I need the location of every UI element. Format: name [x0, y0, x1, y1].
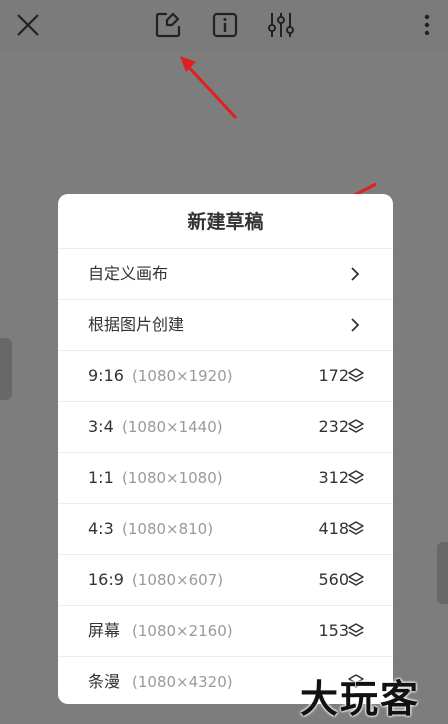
- preset-ratio: 16:9: [88, 570, 124, 589]
- preset-ratio: 条漫: [88, 672, 121, 691]
- create-from-image-label: 根据图片创建: [88, 315, 185, 334]
- info-icon[interactable]: [210, 10, 240, 40]
- preset-item[interactable]: 屏幕 (1080×2160) 153: [58, 606, 393, 657]
- preset-ratio: 3:4: [88, 417, 114, 436]
- close-icon[interactable]: [13, 10, 43, 40]
- layers-icon: [348, 419, 364, 433]
- layers-icon: [348, 623, 364, 637]
- preset-count: 418: [318, 519, 349, 538]
- preset-item[interactable]: 16:9 (1080×607) 560: [58, 555, 393, 606]
- preset-ratio: 4:3: [88, 519, 114, 538]
- sliders-icon[interactable]: [266, 10, 296, 40]
- preset-dimensions: (1080×1440): [122, 418, 223, 436]
- top-toolbar: [0, 0, 448, 52]
- preset-dimensions: (1080×810): [122, 520, 214, 538]
- annotation-arrow-icon: [180, 56, 238, 120]
- custom-canvas-item[interactable]: 自定义画布: [58, 249, 393, 300]
- preset-dimensions: (1080×1920): [132, 367, 233, 385]
- preset-count: 153: [318, 621, 349, 640]
- preset-item[interactable]: 9:16 (1080×1920) 172: [58, 351, 393, 402]
- preset-dimensions: (1080×4320): [132, 673, 233, 691]
- chevron-right-icon: [351, 318, 360, 332]
- right-scrollbar[interactable]: [437, 542, 448, 604]
- new-draft-icon[interactable]: [153, 10, 183, 40]
- new-draft-dialog: 新建草稿 自定义画布 根据图片创建 9:16 (1080×1920) 172 3…: [58, 194, 393, 704]
- layers-icon: [348, 368, 364, 382]
- preset-dimensions: (1080×607): [132, 571, 224, 589]
- preset-ratio: 1:1: [88, 468, 114, 487]
- preset-ratio: 屏幕: [88, 621, 121, 640]
- layers-icon: [348, 521, 364, 535]
- watermark-logo: 大玩客: [300, 676, 421, 721]
- layers-icon: [348, 470, 364, 484]
- preset-count: 232: [318, 417, 349, 436]
- preset-item[interactable]: 1:1 (1080×1080) 312: [58, 453, 393, 504]
- dialog-title: 新建草稿: [58, 194, 393, 249]
- chevron-right-icon: [351, 267, 360, 281]
- create-from-image-item[interactable]: 根据图片创建: [58, 300, 393, 351]
- custom-canvas-label: 自定义画布: [88, 264, 169, 283]
- layers-icon: [348, 572, 364, 586]
- preset-count: 312: [318, 468, 349, 487]
- preset-count: 560: [318, 570, 349, 589]
- preset-count: 172: [318, 366, 349, 385]
- preset-dimensions: (1080×1080): [122, 469, 223, 487]
- preset-dimensions: (1080×2160): [132, 622, 233, 640]
- more-vertical-icon[interactable]: [412, 10, 442, 40]
- left-edge-handle[interactable]: [0, 338, 12, 400]
- preset-item[interactable]: 4:3 (1080×810) 418: [58, 504, 393, 555]
- preset-item[interactable]: 3:4 (1080×1440) 232: [58, 402, 393, 453]
- preset-ratio: 9:16: [88, 366, 124, 385]
